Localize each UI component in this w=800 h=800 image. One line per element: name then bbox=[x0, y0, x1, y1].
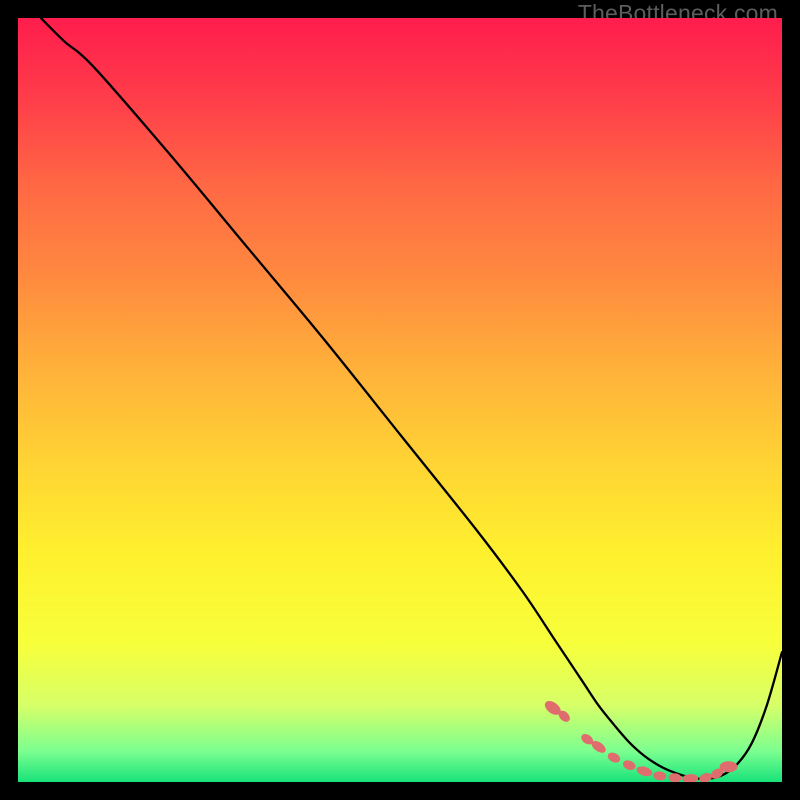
marker-dot bbox=[668, 773, 681, 782]
marker-dot bbox=[720, 761, 738, 772]
marker-dot bbox=[698, 771, 713, 782]
marker-dot bbox=[682, 774, 698, 782]
chart-frame: TheBottleneck.com bbox=[0, 0, 800, 800]
flat-region-markers bbox=[542, 698, 737, 782]
marker-dot bbox=[709, 766, 725, 780]
curve-svg bbox=[18, 18, 782, 782]
marker-dot bbox=[621, 759, 636, 772]
bottleneck-curve bbox=[41, 18, 782, 779]
marker-dot bbox=[542, 698, 563, 718]
plot-area bbox=[18, 18, 782, 782]
marker-dot bbox=[606, 751, 622, 765]
marker-dot bbox=[579, 732, 595, 747]
marker-dot bbox=[636, 765, 654, 778]
marker-dot bbox=[590, 739, 608, 756]
marker-dot bbox=[653, 771, 667, 782]
marker-dot bbox=[556, 709, 572, 725]
